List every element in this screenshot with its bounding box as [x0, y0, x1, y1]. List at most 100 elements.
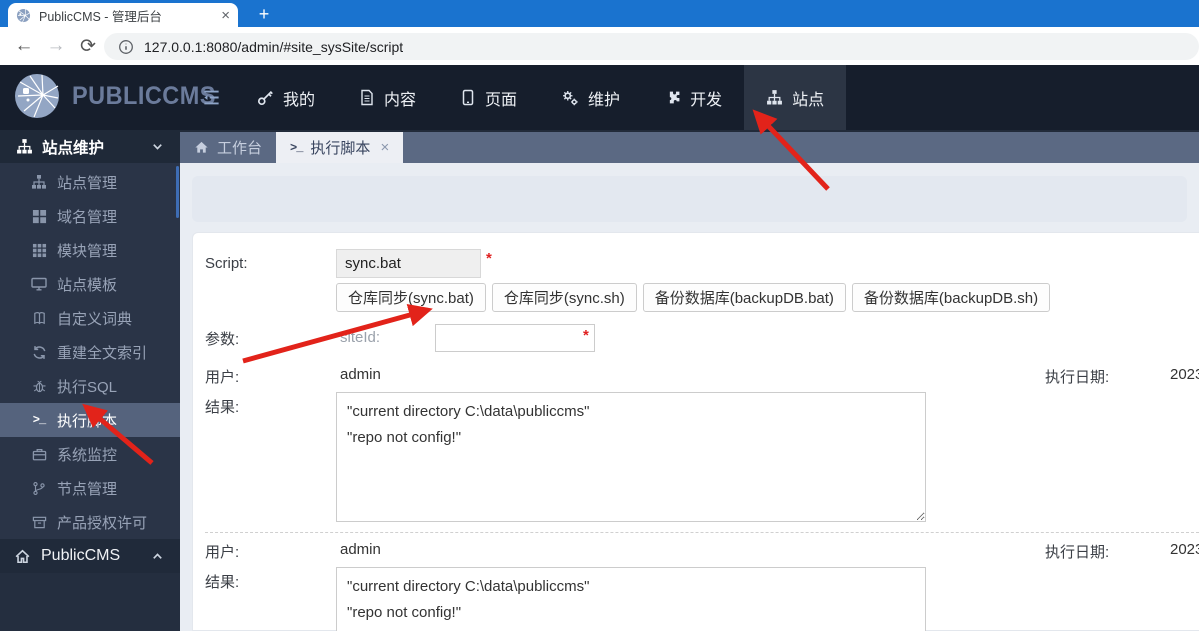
result-label: 结果:	[205, 574, 240, 591]
puzzle-icon	[664, 89, 681, 106]
main-nav: 我的 内容 页面 维护 开发 站点	[188, 65, 847, 130]
book-icon	[30, 311, 48, 326]
sidebar-item-node-management[interactable]: 节点管理	[0, 471, 180, 505]
param-name-label: siteId:	[340, 329, 381, 346]
sidebar-item-site-template[interactable]: 站点模板	[0, 267, 180, 301]
exec-date-label: 执行日期:	[1045, 369, 1110, 386]
param-input[interactable]	[435, 324, 595, 352]
th-grid-icon	[30, 243, 48, 258]
tab-workbench[interactable]: 工作台	[180, 132, 276, 163]
bug-icon	[30, 379, 48, 394]
sidebar-item-rebuild-index[interactable]: 重建全文索引	[0, 335, 180, 369]
script-input[interactable]	[336, 249, 481, 278]
key-icon	[257, 89, 274, 106]
sitemap-icon	[766, 89, 783, 106]
script-button-sync-bat[interactable]: 仓库同步(sync.bat)	[336, 283, 486, 312]
archive-icon	[30, 515, 48, 530]
user-label: 用户:	[205, 369, 240, 386]
script-button-backupdb-sh[interactable]: 备份数据库(backupDB.sh)	[851, 283, 1051, 312]
nav-label: 我的	[283, 91, 316, 109]
nav-label: 维护	[588, 91, 621, 109]
url-text: 127.0.0.1:8080/admin/#site_sysSite/scrip…	[144, 38, 404, 55]
user-label: 用户:	[205, 544, 240, 561]
tab-close-icon[interactable]: ×	[380, 139, 389, 156]
result-textarea[interactable]: "current directory C:\data\publiccms" "r…	[336, 392, 926, 522]
nav-item-develop[interactable]: 开发	[642, 65, 744, 130]
script-shortcuts: 仓库同步(sync.bat) 仓库同步(sync.sh) 备份数据库(backu…	[336, 283, 1051, 312]
sitemap-icon	[16, 138, 33, 155]
nav-item-maintenance[interactable]: 维护	[539, 65, 642, 130]
screen: PublicCMS - 管理后台 × + ← → ⟳ 127.0.0.1:808…	[0, 0, 1199, 631]
logo-globe-icon	[14, 73, 60, 119]
browser-tab-title: PublicCMS - 管理后台	[39, 9, 162, 24]
home-icon	[194, 140, 209, 155]
sidebar: 站点维护 站点管理 域名管理 模块管理 站点模板 自定义词典 重建全文索引 执行…	[0, 130, 180, 631]
result-textarea[interactable]: "current directory C:\data\publiccms" "r…	[336, 567, 926, 631]
nav-item-site[interactable]: 站点	[744, 65, 847, 130]
cogs-icon	[561, 89, 579, 107]
file-icon	[359, 89, 375, 106]
param-required-marker: *	[583, 327, 589, 344]
sidebar-collapse-button[interactable]	[188, 65, 235, 130]
reload-icon[interactable]: ⟳	[72, 35, 104, 58]
url-bar[interactable]: 127.0.0.1:8080/admin/#site_sysSite/scrip…	[104, 33, 1199, 60]
sidebar-item-label: 执行脚本	[57, 412, 118, 430]
nav-item-content[interactable]: 内容	[337, 65, 438, 130]
exec-date-label: 执行日期:	[1045, 544, 1110, 561]
sidebar-item-domain-management[interactable]: 域名管理	[0, 199, 180, 233]
sidebar-item-label: 域名管理	[57, 208, 118, 226]
sidebar-section-label: 站点维护	[42, 139, 105, 157]
sidebar-menu: 站点管理 域名管理 模块管理 站点模板 自定义词典 重建全文索引 执行SQL >…	[0, 165, 180, 539]
sidebar-item-custom-dictionary[interactable]: 自定义词典	[0, 301, 180, 335]
script-label: Script:	[205, 255, 248, 272]
user-value: admin	[340, 366, 381, 383]
sidebar-item-execute-sql[interactable]: 执行SQL	[0, 369, 180, 403]
sidebar-item-label: 自定义词典	[57, 310, 133, 328]
tab-label: 执行脚本	[310, 140, 371, 157]
user-value: admin	[340, 541, 381, 558]
new-tab-button[interactable]: +	[252, 2, 276, 26]
script-button-backupdb-bat[interactable]: 备份数据库(backupDB.bat)	[642, 283, 846, 312]
tab-execute-script[interactable]: >_ 执行脚本 ×	[276, 132, 404, 163]
record-divider	[205, 532, 1199, 533]
sidebar-section-title[interactable]: 站点维护	[0, 130, 180, 163]
browser-tab[interactable]: PublicCMS - 管理后台 ×	[8, 3, 238, 27]
sidebar-item-module-management[interactable]: 模块管理	[0, 233, 180, 267]
sidebar-item-label: 站点模板	[57, 276, 118, 294]
sidebar-item-execute-script[interactable]: >_ 执行脚本	[0, 403, 180, 437]
tab-close-icon[interactable]: ×	[221, 8, 230, 23]
sidebar-item-product-license[interactable]: 产品授权许可	[0, 505, 180, 539]
sidebar-item-label: 重建全文索引	[57, 344, 148, 362]
browser-tabbar: PublicCMS - 管理后台 × +	[0, 0, 1199, 27]
sidebar-item-label: 站点管理	[57, 174, 118, 192]
sidebar-item-system-monitor[interactable]: 系统监控	[0, 437, 180, 471]
sidebar-item-site-management[interactable]: 站点管理	[0, 165, 180, 199]
back-icon[interactable]: ←	[8, 35, 40, 57]
sidebar-section-publiccms[interactable]: PublicCMS	[0, 539, 180, 573]
info-icon[interactable]	[118, 39, 134, 55]
exec-date-value: 2023	[1170, 541, 1199, 558]
nav-item-page[interactable]: 页面	[438, 65, 539, 130]
sidebar-item-label: 系统监控	[57, 446, 118, 464]
nav-label: 内容	[384, 91, 417, 109]
sidebar-item-label: 模块管理	[57, 242, 118, 260]
chevron-down-icon	[151, 140, 164, 158]
briefcase-icon	[30, 447, 48, 462]
refresh-icon	[30, 345, 48, 360]
script-button-sync-sh[interactable]: 仓库同步(sync.sh)	[491, 283, 637, 312]
sidebar-item-label: 执行SQL	[57, 378, 118, 396]
sidebar-item-label: 产品授权许可	[57, 514, 148, 532]
params-label: 参数:	[205, 331, 240, 348]
sidebar-item-label: 节点管理	[57, 480, 118, 498]
sidebar-empty-area	[0, 573, 180, 631]
toolbar-panel	[192, 176, 1187, 222]
exec-date-value: 2023	[1170, 366, 1199, 383]
code-branch-icon	[30, 481, 48, 496]
nav-item-my[interactable]: 我的	[235, 65, 337, 130]
terminal-icon: >_	[32, 413, 46, 427]
nav-label: 开发	[690, 91, 723, 109]
script-required-marker: *	[486, 250, 492, 267]
sidebar-footer-label: PublicCMS	[41, 547, 121, 564]
workspace-tabstrip: 工作台 >_ 执行脚本 ×	[180, 130, 1199, 163]
forward-icon[interactable]: →	[40, 35, 72, 57]
